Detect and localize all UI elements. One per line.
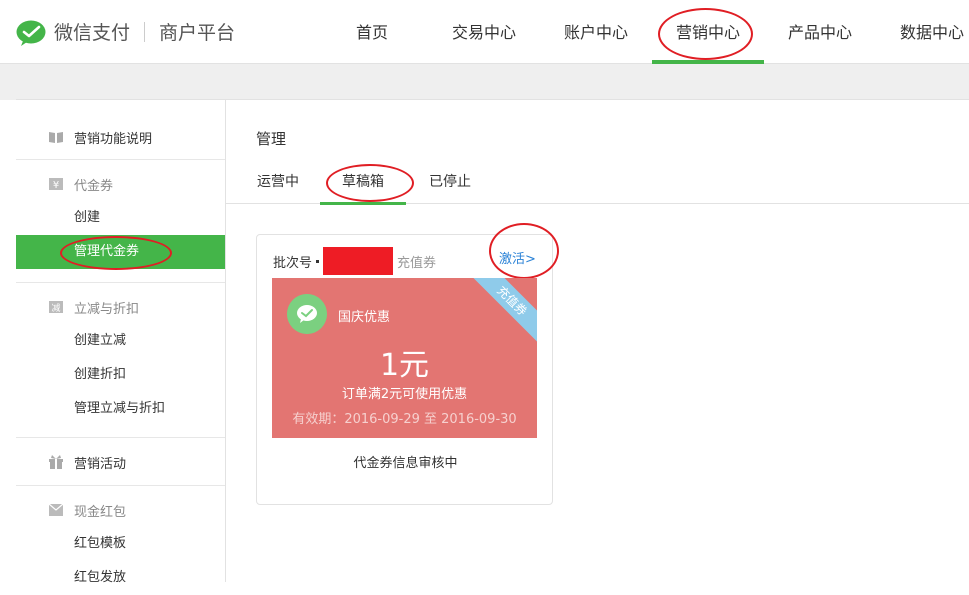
sidebar-item-redpacket-send[interactable]: 红包发放 (16, 561, 225, 595)
page-title: 管理 (256, 130, 287, 148)
tab-label: 运营中 (257, 174, 299, 190)
sidebar-group-voucher: ¥ 代金券 创建 管理代金券 (16, 167, 225, 283)
sidebar-item-activity[interactable]: 营销活动 (16, 445, 225, 479)
tab-bar: 运营中 草稿箱 已停止 (226, 164, 969, 205)
gift-icon (49, 455, 63, 469)
annotation-circle (60, 236, 172, 270)
sidebar-group-discount: 减 立减与折扣 创建立减 创建折扣 管理立减与折扣 (16, 290, 225, 438)
tab-drafts[interactable]: 草稿箱 (320, 164, 414, 205)
sidebar-head-label: 立减与折扣 (74, 301, 140, 317)
coupon-name: 国庆优惠 (338, 310, 391, 325)
coupon-preview: 充值券 国庆优惠 1元 订单满2元可使用优惠 有效期：2016-09-29 至 … (272, 278, 537, 438)
card-type-label: 充值券 (397, 255, 437, 271)
sidebar-item-label: 红包发放 (74, 570, 127, 585)
nav-item-label: 数据中心 (899, 23, 964, 42)
top-bar: 微信支付 商户平台 首页 交易中心 账户中心 营销中心 产品中心 数据中心 (0, 0, 969, 64)
sidebar-item-label: 管理立减与折扣 (74, 401, 166, 416)
sidebar-item-intro[interactable]: 营销功能说明 (16, 120, 225, 154)
tab-label: 已停止 (429, 174, 471, 190)
tab-running[interactable]: 运营中 (256, 164, 300, 204)
page-band (0, 64, 969, 100)
batch-label: 批次号 (273, 255, 313, 271)
sidebar-head-discount: 减 立减与折扣 (16, 290, 225, 324)
sidebar-item-redpacket-template[interactable]: 红包模板 (16, 527, 225, 561)
sidebar-head-label: 代金券 (74, 178, 114, 194)
coupon-ribbon: 充值券 (465, 278, 537, 348)
coupon-condition: 订单满2元可使用优惠 (341, 387, 468, 402)
nav-item-data[interactable]: 数据中心 (876, 0, 969, 64)
nav-item-label: 账户中心 (563, 23, 628, 42)
colon-dot (316, 259, 320, 263)
minus-badge-icon: 减 (49, 301, 63, 314)
sidebar-item-label: 创建立减 (74, 333, 127, 348)
sidebar-item-label: 营销活动 (74, 456, 127, 472)
annotation-circle (489, 223, 559, 279)
nav-item-product[interactable]: 产品中心 (764, 0, 876, 64)
nav-item-label: 首页 (355, 23, 388, 42)
brand-platform: 商户平台 (159, 22, 236, 44)
yen-icon: ¥ (49, 178, 63, 191)
sidebar-item-create-discount[interactable]: 创建折扣 (16, 358, 225, 392)
sidebar-item-manage-discount[interactable]: 管理立减与折扣 (16, 392, 225, 426)
sidebar-item-label: 营销功能说明 (74, 131, 153, 147)
book-icon (49, 132, 63, 143)
svg-text:减: 减 (51, 302, 60, 314)
wechat-logo-icon (287, 294, 327, 334)
red-packet-icon (48, 503, 64, 516)
svg-text:¥: ¥ (53, 180, 59, 191)
voucher-card: 批次号 充值券 激活> 充值券 国庆优惠 1元 订单满2元可使用优惠 有效期：2… (256, 223, 559, 505)
sidebar-item-label: 红包模板 (74, 536, 127, 551)
coupon-value: 1元 (379, 348, 430, 383)
sidebar-head-voucher: ¥ 代金券 (16, 167, 225, 201)
wechat-pay-logo-icon (16, 20, 46, 46)
nav-item-home[interactable]: 首页 (316, 0, 428, 64)
brand: 微信支付 商户平台 (54, 18, 235, 45)
nav-item-label: 产品中心 (787, 23, 852, 42)
nav-item-label: 交易中心 (451, 23, 516, 42)
brand-divider (144, 21, 146, 42)
sidebar-head-redpacket: 现金红包 (16, 493, 225, 527)
sidebar-group-activity: 营销活动 (16, 438, 225, 486)
sidebar-item-label: 创建 (74, 210, 101, 225)
tab-stopped[interactable]: 已停止 (428, 164, 472, 204)
redacted-batch-number (323, 247, 394, 275)
coupon-validity: 有效期：2016-09-29 至 2016-09-30 (292, 412, 517, 427)
sidebar-group-redpacket: 现金红包 红包模板 红包发放 (16, 493, 225, 595)
nav-item-account[interactable]: 账户中心 (540, 0, 652, 64)
sidebar-item-create-reduce[interactable]: 创建立减 (16, 324, 225, 358)
nav-item-marketing[interactable]: 营销中心 (652, 0, 764, 64)
sidebar-item-manage-voucher[interactable]: 管理代金券 (16, 235, 225, 270)
sidebar: 营销功能说明 ¥ 代金券 创建 管理代金券 减 立减与折扣 创建立减 创建折扣 … (16, 100, 226, 585)
card-header: 批次号 充值券 (273, 247, 436, 275)
brand-product: 微信支付 (54, 22, 131, 44)
sidebar-head-label: 现金红包 (74, 504, 127, 520)
nav-item-trade[interactable]: 交易中心 (428, 0, 540, 64)
card-status: 代金券信息审核中 (353, 456, 458, 471)
annotation-circle (326, 164, 414, 202)
sidebar-item-label: 创建折扣 (74, 367, 127, 382)
sidebar-item-create-voucher[interactable]: 创建 (16, 201, 225, 235)
sidebar-group-intro: 营销功能说明 (16, 100, 225, 160)
annotation-circle (658, 8, 753, 60)
top-nav: 首页 交易中心 账户中心 营销中心 产品中心 数据中心 (316, 0, 969, 64)
